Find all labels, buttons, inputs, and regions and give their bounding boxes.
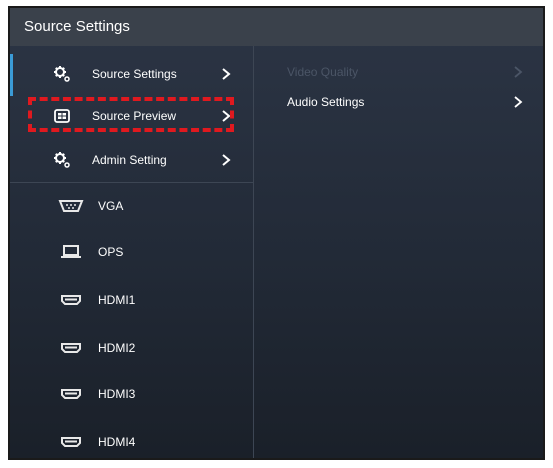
chevron-right-icon: [514, 66, 523, 78]
source-label: VGA: [98, 199, 124, 213]
source-label: HDMI2: [98, 341, 136, 355]
source-label: OPS: [98, 245, 124, 259]
source-item-hdmi1[interactable]: HDMI1: [10, 280, 253, 320]
source-item-ops[interactable]: OPS: [10, 232, 253, 272]
chevron-right-icon: [222, 154, 231, 166]
source-item-hdmi4[interactable]: HDMI4: [10, 422, 253, 458]
menu-divider: [10, 182, 253, 183]
left-panel: Source Settings Source Preview Admin Set…: [10, 46, 254, 458]
submenu-item-audio-settings[interactable]: Audio Settings: [254, 84, 539, 120]
menu-item-source-settings[interactable]: Source Settings: [10, 54, 253, 94]
window-title: Source Settings: [10, 8, 543, 46]
vga-port-icon: [58, 200, 84, 212]
source-settings-window: Source Settings Source Settings Source P…: [8, 6, 545, 460]
chevron-right-icon: [514, 96, 523, 108]
gear-icon: [54, 152, 70, 168]
source-item-hdmi2[interactable]: HDMI2: [10, 328, 253, 368]
laptop-icon: [61, 245, 81, 258]
hdmi-port-icon: [61, 389, 81, 399]
hdmi-port-icon: [61, 295, 81, 305]
menu-item-admin-setting[interactable]: Admin Setting: [10, 140, 253, 180]
source-label: HDMI1: [98, 293, 136, 307]
menu-item-label: Admin Setting: [92, 153, 167, 167]
hdmi-port-icon: [61, 343, 81, 353]
source-label: HDMI3: [98, 387, 136, 401]
source-item-vga[interactable]: VGA: [10, 186, 253, 226]
source-item-hdmi3[interactable]: HDMI3: [10, 374, 253, 414]
right-panel: Video Quality Audio Settings: [254, 46, 543, 458]
hdmi-port-icon: [61, 437, 81, 447]
chevron-right-icon: [222, 68, 231, 80]
source-label: HDMI4: [98, 435, 136, 449]
submenu-item-label: Audio Settings: [287, 95, 365, 109]
highlight-box: [28, 97, 234, 132]
gear-icon: [54, 66, 70, 82]
menu-item-label: Source Settings: [92, 67, 177, 81]
